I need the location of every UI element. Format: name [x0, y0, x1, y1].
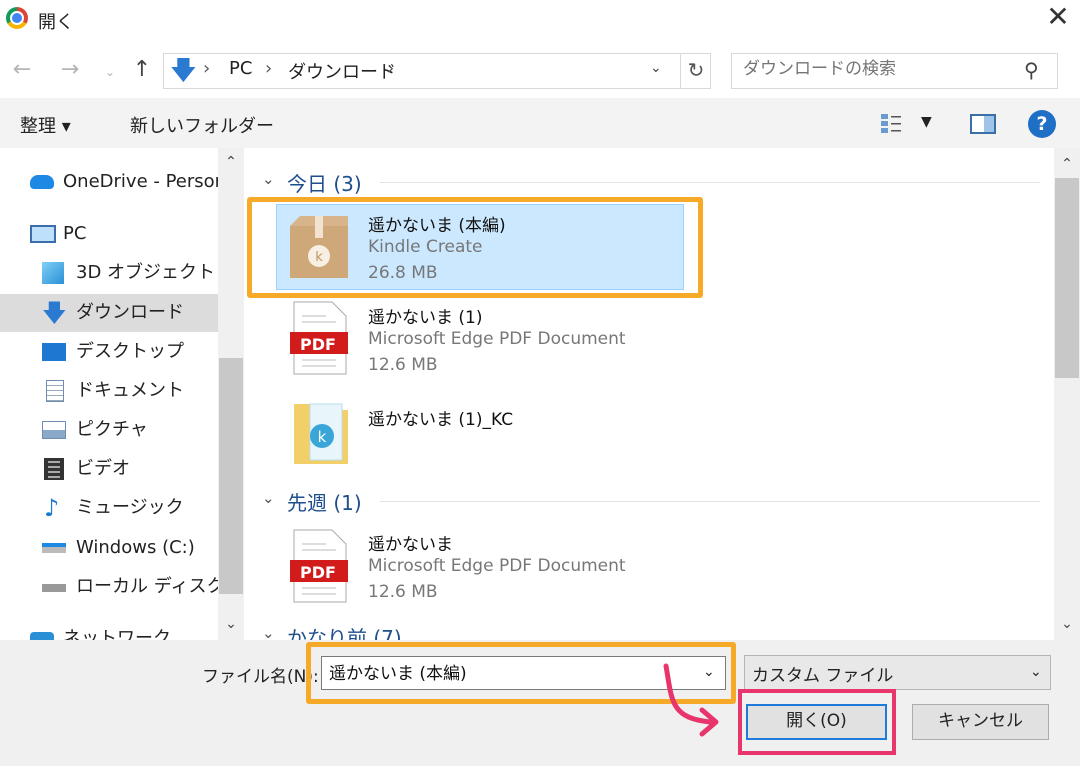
sidebar-scroll-up-icon[interactable]: ⌃: [218, 154, 244, 170]
music-note-icon: ♪: [44, 494, 60, 522]
sidebar-item-3d-objects[interactable]: 3D オブジェクト: [0, 254, 218, 292]
breadcrumb-separator-icon: ›: [265, 58, 273, 79]
sidebar-item-music[interactable]: ♪ ミュージック: [0, 489, 218, 527]
highlight-selected-file: [247, 197, 703, 298]
file-type-value: カスタム ファイル: [752, 666, 894, 686]
network-icon: [30, 632, 54, 640]
file-type-dropdown-icon[interactable]: ⌄: [1030, 664, 1042, 680]
sidebar-item-videos[interactable]: ビデオ: [0, 450, 218, 488]
pc-monitor-icon: [30, 225, 56, 243]
desktop-icon: [42, 343, 66, 361]
pictures-icon: [42, 421, 66, 439]
kindle-folder-icon: k: [294, 403, 348, 464]
onedrive-cloud-icon: [30, 175, 54, 189]
sidebar-item-downloads[interactable]: 🡇 ダウンロード: [0, 294, 218, 332]
organize-button[interactable]: 整理 ▾: [20, 112, 71, 138]
close-icon[interactable]: ✕: [1040, 2, 1076, 34]
file-name: 遥かないま (1)_KC: [368, 410, 514, 430]
file-type: Microsoft Edge PDF Document: [368, 556, 626, 576]
group-collapse-icon[interactable]: ⌄: [262, 170, 275, 188]
document-icon: [46, 380, 64, 402]
sidebar-item-desktop[interactable]: デスクトップ: [0, 333, 218, 371]
up-arrow-icon[interactable]: ↑: [128, 56, 156, 84]
filename-label: ファイル名(N):: [202, 667, 319, 687]
file-name: 遥かないま (1): [368, 308, 483, 328]
download-arrow-icon: 🡇: [170, 56, 197, 86]
file-list-scroll-down-icon[interactable]: ⌄: [1054, 616, 1080, 632]
recent-dropdown-icon[interactable]: ⌄: [96, 58, 124, 86]
breadcrumb-pc[interactable]: PC: [229, 58, 252, 79]
svg-text:k: k: [318, 428, 327, 446]
forward-arrow-icon[interactable]: →: [56, 56, 84, 84]
window-title: 開く: [38, 12, 74, 33]
back-arrow-icon[interactable]: ←: [8, 56, 36, 84]
file-name: 遥かないま: [368, 535, 453, 555]
download-arrow-icon: 🡇: [42, 299, 67, 327]
new-folder-button[interactable]: 新しいフォルダー: [130, 112, 274, 138]
group-header-today[interactable]: 今日 (3): [287, 168, 362, 197]
group-divider: [380, 501, 1040, 502]
file-list-scroll-thumb[interactable]: [1055, 178, 1079, 378]
breadcrumb-separator-icon: ›: [387, 58, 395, 79]
group-header-last-week[interactable]: 先週 (1): [287, 487, 362, 516]
group-collapse-icon[interactable]: ⌄: [262, 489, 275, 507]
chrome-icon: [6, 7, 28, 29]
windows-drive-icon: [42, 543, 66, 553]
breadcrumb-separator-icon: ›: [203, 58, 211, 79]
sidebar-item-onedrive[interactable]: OneDrive - Persor: [0, 163, 218, 201]
cancel-button[interactable]: キャンセル: [912, 704, 1049, 740]
group-collapse-icon[interactable]: ⌄: [262, 624, 275, 640]
sidebar-item-documents[interactable]: ドキュメント: [0, 372, 218, 410]
file-size: 12.6 MB: [368, 582, 438, 602]
sidebar-item-pictures[interactable]: ピクチャ: [0, 411, 218, 449]
breadcrumb-downloads[interactable]: ダウンロード: [288, 58, 396, 84]
refresh-icon[interactable]: ↻: [680, 53, 711, 89]
file-size: 12.6 MB: [368, 355, 438, 375]
view-options-icon[interactable]: [880, 112, 902, 134]
pdf-badge-text: PDF: [300, 563, 336, 582]
group-header-long-ago[interactable]: かなり前 (7): [287, 622, 402, 640]
help-icon[interactable]: ?: [1028, 110, 1056, 138]
sidebar-item-local-disk-d[interactable]: ローカル ディスク (D: [0, 568, 218, 606]
annotation-arrow-icon: [663, 663, 719, 737]
video-icon: [44, 458, 64, 480]
sidebar-scroll-thumb[interactable]: [219, 358, 243, 594]
search-input[interactable]: [743, 59, 1013, 79]
sidebar-scroll-down-icon[interactable]: ⌄: [218, 616, 244, 632]
search-icon[interactable]: ⚲: [1024, 58, 1039, 82]
local-disk-icon: [42, 584, 66, 592]
highlight-open-button: [738, 689, 896, 755]
file-type: Microsoft Edge PDF Document: [368, 329, 626, 349]
sidebar-item-windows-c[interactable]: Windows (C:): [0, 529, 218, 567]
3d-objects-icon: [42, 262, 64, 284]
sidebar-item-network[interactable]: ネットワーク: [0, 620, 218, 640]
title-bar: [0, 0, 1080, 38]
navigation-pane: OneDrive - Persor PC 3D オブジェクト 🡇 ダウンロード …: [0, 148, 246, 640]
pdf-badge-text: PDF: [300, 335, 336, 354]
sidebar-item-pc[interactable]: PC: [0, 215, 218, 253]
address-dropdown-icon[interactable]: ⌄: [650, 60, 662, 76]
file-list-scroll-up-icon[interactable]: ⌃: [1054, 156, 1080, 172]
preview-pane-icon[interactable]: [970, 114, 996, 134]
group-divider: [380, 182, 1040, 183]
view-dropdown-icon[interactable]: ▼: [921, 114, 932, 130]
